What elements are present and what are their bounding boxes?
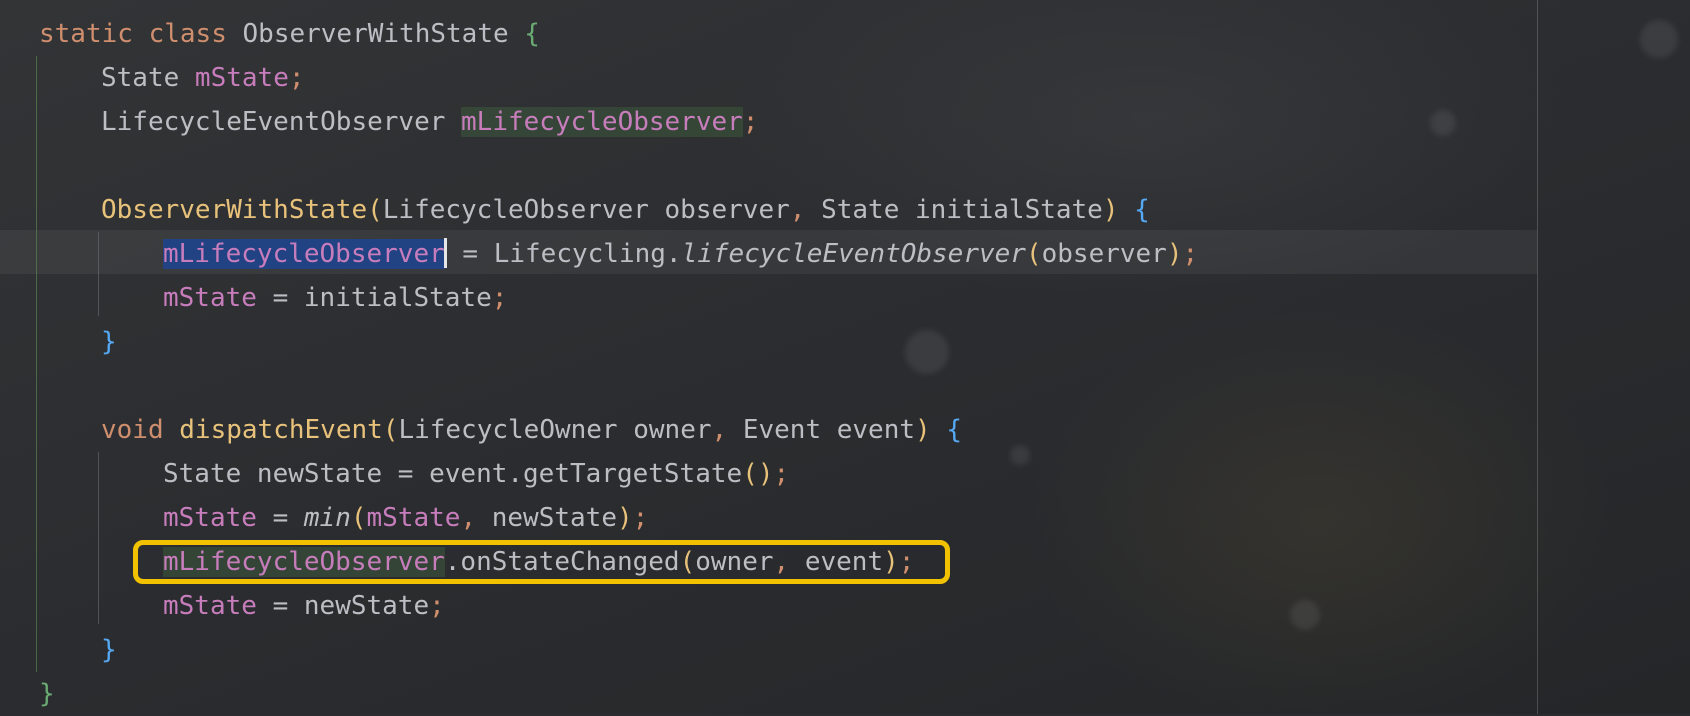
code-token: dispatchEvent — [179, 415, 383, 445]
code-token: ; — [773, 459, 790, 489]
bokeh-dot — [1640, 20, 1678, 58]
code-token: void — [101, 415, 164, 445]
code-line[interactable]: ObserverWithState(LifecycleObserver obse… — [0, 188, 1537, 232]
code-token: = newState — [256, 591, 430, 621]
code-token: ; — [288, 63, 305, 93]
code-token: , — [711, 415, 728, 445]
annotation-highlight-box — [133, 540, 950, 584]
code-token: ) — [1166, 239, 1183, 269]
code-line[interactable]: mState = initialState; — [0, 276, 1537, 320]
code-token: ) — [616, 503, 633, 533]
code-token: newState — [476, 503, 617, 533]
code-token: LifecycleOwner owner — [398, 415, 712, 445]
code-line[interactable]: mLifecycleObserver = Lifecycling.lifecyc… — [0, 232, 1537, 276]
code-line[interactable]: State newState = event.getTargetState(); — [0, 452, 1537, 496]
right-margin-guide — [1537, 0, 1538, 714]
code-token: } — [101, 327, 117, 357]
code-token: ( — [382, 415, 399, 445]
code-line[interactable]: void dispatchEvent(LifecycleOwner owner,… — [0, 408, 1537, 452]
code-line[interactable] — [0, 144, 1537, 188]
code-token: mLifecycleObserver — [163, 239, 445, 269]
code-token: ) — [915, 415, 931, 445]
code-token: ; — [632, 503, 649, 533]
code-token: () — [742, 459, 774, 489]
code-token: State newState = event.getTargetState — [163, 459, 743, 489]
code-token: ; — [742, 107, 759, 137]
code-token: } — [39, 679, 55, 709]
code-token: mState — [163, 503, 257, 533]
code-token: = — [256, 503, 304, 533]
code-line[interactable]: } — [0, 672, 1537, 716]
code-line[interactable]: mState = min(mState, newState); — [0, 496, 1537, 540]
code-line[interactable]: } — [0, 628, 1537, 672]
code-token: min — [303, 503, 351, 533]
code-token: { — [1134, 195, 1150, 225]
code-token: mState — [366, 503, 461, 533]
code-token: State initialState — [805, 195, 1103, 225]
code-token: static — [39, 19, 133, 49]
code-line[interactable]: mState = newState; — [0, 584, 1537, 628]
code-token: ( — [367, 195, 383, 225]
code-token: lifecycleEventObserver — [681, 239, 1026, 269]
code-token: ObserverWithState — [101, 195, 368, 225]
code-token: Event event — [727, 415, 916, 445]
code-line[interactable] — [0, 364, 1537, 408]
code-line[interactable]: static class ObserverWithState { — [0, 12, 1537, 56]
code-token: ( — [350, 503, 367, 533]
code-token: } — [101, 635, 117, 665]
code-token: State — [101, 63, 195, 93]
code-token: { — [946, 415, 962, 445]
code-token: = initialState — [256, 283, 492, 313]
code-token: { — [524, 19, 540, 49]
code-token: ; — [1182, 239, 1199, 269]
code-token: , — [460, 503, 477, 533]
code-token: mLifecycleObserver — [461, 107, 743, 137]
code-line[interactable]: LifecycleEventObserver mLifecycleObserve… — [0, 100, 1537, 144]
code-line[interactable]: } — [0, 320, 1537, 364]
code-token: LifecycleEventObserver — [101, 107, 462, 137]
code-token: ) — [1102, 195, 1119, 225]
code-token: ; — [491, 283, 508, 313]
code-token: mState — [163, 591, 257, 621]
code-token: mState — [163, 283, 257, 313]
code-token: ; — [429, 591, 445, 621]
code-editor[interactable]: static class ObserverWithState {State mS… — [0, 12, 1537, 716]
code-token: , — [789, 195, 806, 225]
code-token: LifecycleObserver observer — [382, 195, 790, 225]
code-token: ObserverWithState — [226, 19, 525, 49]
code-token: class — [148, 19, 227, 49]
code-token: = Lifecycling. — [446, 239, 682, 269]
code-token: ( — [1025, 239, 1042, 269]
code-token: observer — [1041, 239, 1167, 269]
code-token: mState — [194, 63, 289, 93]
code-line[interactable]: State mState; — [0, 56, 1537, 100]
